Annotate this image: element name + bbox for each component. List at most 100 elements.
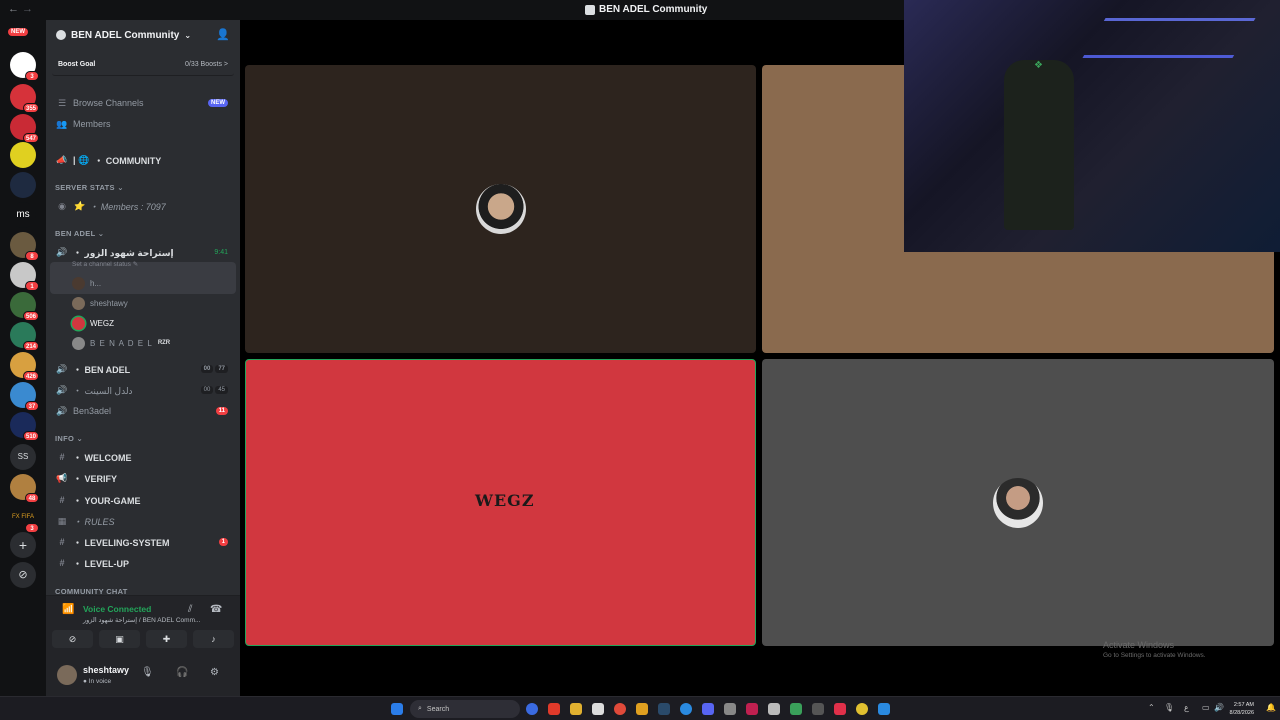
voice-member[interactable]: WEGZ xyxy=(72,314,114,332)
chrome-icon[interactable] xyxy=(856,703,868,715)
screen-share-button[interactable]: ▣ xyxy=(99,630,140,648)
server-icon[interactable]: ms xyxy=(10,202,36,228)
server-icon[interactable]: 37 xyxy=(10,382,39,411)
network-icon[interactable]: ▭ xyxy=(1202,703,1210,712)
noise-suppression-icon[interactable]: ⫽ xyxy=(188,604,192,615)
edge-icon[interactable] xyxy=(680,703,692,715)
opera-icon[interactable] xyxy=(614,703,626,715)
store-icon[interactable] xyxy=(592,703,604,715)
volume-icon[interactable]: 🔊 xyxy=(1214,703,1224,712)
server-icon[interactable]: 426 xyxy=(10,352,39,381)
server-icon[interactable]: 506 xyxy=(10,292,39,321)
app-icon[interactable] xyxy=(790,703,802,715)
category-server-stats[interactable]: SERVER STATS ⌄ xyxy=(55,183,124,192)
discord-taskbar-icon[interactable] xyxy=(702,703,714,715)
voice-channel-name[interactable]: 🔊 ・ إستراحة شهود الزور 9:41 xyxy=(52,242,234,262)
discord-icon xyxy=(585,4,595,15)
server-icon[interactable]: 547 xyxy=(10,114,39,143)
channel-your-game[interactable]: # ・ YOUR-GAME xyxy=(52,490,234,510)
forward-arrow-icon[interactable]: → xyxy=(22,3,33,15)
activate-windows-watermark: Activate Windows Go to Settings to activ… xyxy=(1103,640,1206,659)
channel-status[interactable]: Set a channel status ✎ xyxy=(72,260,138,268)
soundboard-button[interactable]: ♪ xyxy=(193,630,234,648)
avatar xyxy=(476,184,526,234)
taskbar: ⌕ Search ⌃ 🎙 ع ▭ 🔊 2:57 AM 8/28/2026 🔔 xyxy=(0,696,1280,720)
back-arrow-icon[interactable]: ← xyxy=(8,3,19,15)
voice-channel-ben-adel[interactable]: 🔊 ・ BEN ADEL 00 77 xyxy=(52,359,234,379)
channel-community[interactable]: 📣 | 🌐 ・ COMMUNITY xyxy=(52,150,234,170)
server-icon[interactable]: SS xyxy=(10,444,36,470)
channel-level-up[interactable]: # ・ LEVEL-UP xyxy=(52,553,234,573)
server-icon[interactable]: 48 xyxy=(10,474,39,503)
chevron-up-icon[interactable]: ⌃ xyxy=(1148,703,1155,712)
signal-icon[interactable]: 📶 xyxy=(62,604,74,615)
explore-icon[interactable]: ⊘ xyxy=(10,562,36,588)
voice-channel-arabic[interactable]: 🔊 ・ دلدل السينت 00 45 xyxy=(52,380,234,400)
server-icon[interactable]: 1 xyxy=(10,262,39,291)
microphone-icon[interactable]: 🎙 xyxy=(141,667,154,678)
voice-member[interactable]: h... xyxy=(72,274,101,292)
language-icon[interactable]: ع xyxy=(1184,703,1189,712)
channel-leveling-system[interactable]: # ・ LEVELING-SYSTEM 1 xyxy=(52,532,234,552)
brave-icon[interactable] xyxy=(548,703,560,715)
steam-icon[interactable] xyxy=(658,703,670,715)
hash-icon: # xyxy=(59,495,65,505)
avatar[interactable] xyxy=(57,665,77,685)
server-icon[interactable]: 8 xyxy=(10,232,39,261)
app-icon[interactable] xyxy=(636,703,648,715)
voice-stage: WEGZ ❖ Activate Windows Go to Settings t… xyxy=(240,0,1280,696)
server-icon[interactable] xyxy=(10,142,36,168)
guild-header[interactable]: BEN ADEL Community ⌄ 👤 xyxy=(46,20,240,50)
voice-channel-ben3adel[interactable]: 🔊 Ben3adel 11 xyxy=(52,401,234,421)
participant-tile-speaking[interactable]: WEGZ xyxy=(245,359,756,646)
headphones-icon[interactable]: 🎧 xyxy=(176,667,188,678)
participant-tile[interactable] xyxy=(762,359,1274,646)
server-icon[interactable] xyxy=(10,172,36,198)
search-box[interactable]: ⌕ Search xyxy=(410,700,520,718)
participant-tile[interactable] xyxy=(245,65,756,353)
copilot-icon[interactable] xyxy=(526,703,538,715)
app-icon[interactable] xyxy=(812,703,824,715)
star-icon: ⭐ xyxy=(73,200,85,211)
browse-channels[interactable]: ☰ Browse Channels NEW xyxy=(52,93,234,113)
server-icon[interactable]: 214 xyxy=(10,322,39,351)
microphone-tray-icon[interactable]: 🎙 xyxy=(1164,703,1174,712)
app-icon[interactable] xyxy=(746,703,758,715)
hash-icon: # xyxy=(59,452,65,462)
folder-icon[interactable] xyxy=(570,703,582,715)
category-info[interactable]: INFO ⌄ xyxy=(55,434,83,443)
browse-icon: ☰ xyxy=(57,97,67,108)
category-ben-adel[interactable]: BEN ADEL ⌄ xyxy=(55,229,104,238)
avatar xyxy=(72,276,85,290)
notification-bell-icon[interactable]: 🔔 xyxy=(1266,703,1276,712)
settings-gear-icon[interactable]: ⚙ xyxy=(210,667,219,678)
activities-button[interactable]: ✚ xyxy=(146,630,187,648)
voice-member[interactable]: sheshtawy xyxy=(72,294,128,312)
app-icon[interactable] xyxy=(768,703,780,715)
start-icon[interactable] xyxy=(391,703,403,715)
app-icon[interactable] xyxy=(834,703,846,715)
channel-welcome[interactable]: # ・ WELCOME xyxy=(52,447,234,467)
boost-goal-bar[interactable]: Boost Goal 0/33 Boosts > xyxy=(52,54,234,76)
app-icon[interactable] xyxy=(724,703,736,715)
server-icon[interactable]: FX FIFA 3 xyxy=(10,504,39,533)
voice-member[interactable]: B E N A D E L RZR xyxy=(72,334,170,352)
server-icon[interactable]: 510 xyxy=(10,412,39,441)
server-icon[interactable]: 3 xyxy=(10,52,39,81)
disconnect-icon[interactable]: ☎ xyxy=(210,604,222,615)
server-icon[interactable]: 355 xyxy=(10,84,39,113)
app-icon[interactable] xyxy=(878,703,890,715)
add-server-icon[interactable]: + xyxy=(10,532,36,558)
speaker-icon: 🔊 xyxy=(56,363,68,374)
channel-members-stat[interactable]: ◉ ⭐ ・ Members : 7097 xyxy=(52,196,234,216)
members-link[interactable]: 👥 Members xyxy=(52,114,234,134)
channel-rules[interactable]: ▦ ・ RULES xyxy=(52,511,234,531)
camera-off-button[interactable]: ⊘ xyxy=(52,630,93,648)
avatar xyxy=(72,316,85,330)
clock[interactable]: 2:57 AM 8/28/2026 xyxy=(1230,701,1254,717)
add-member-icon[interactable]: 👤 xyxy=(216,28,230,41)
hash-icon: # xyxy=(59,537,65,547)
announcement-icon: 📢 xyxy=(56,472,68,483)
channel-verify[interactable]: 📢 ・ VERIFY xyxy=(52,468,234,488)
members-icon: 👥 xyxy=(56,118,68,129)
